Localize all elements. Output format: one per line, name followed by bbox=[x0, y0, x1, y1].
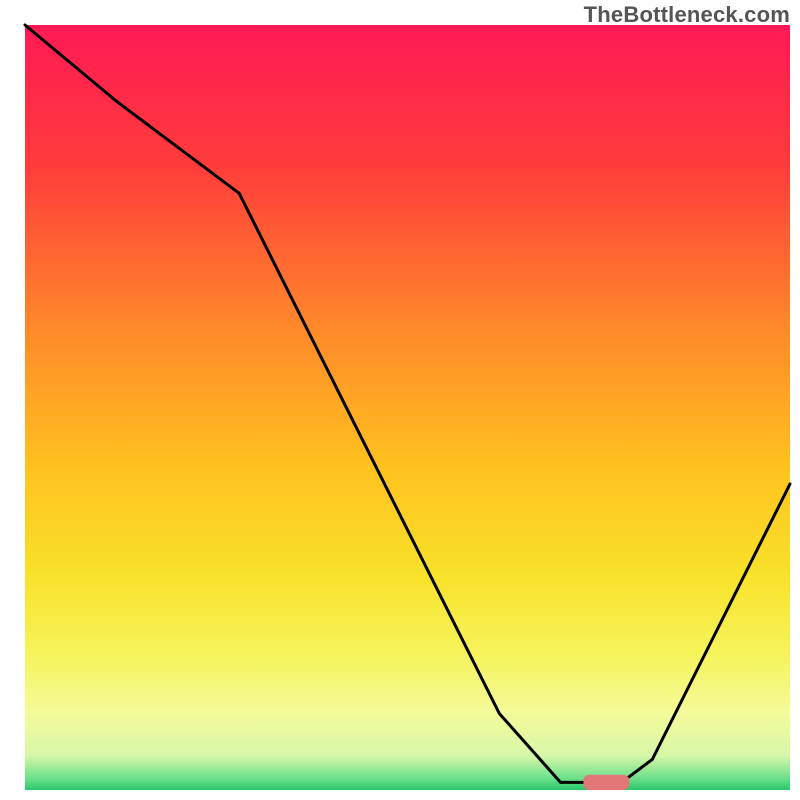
optimal-marker bbox=[583, 775, 629, 790]
chart-stage: TheBottleneck.com bbox=[0, 0, 800, 800]
plot-background bbox=[25, 25, 790, 790]
watermark-label: TheBottleneck.com bbox=[584, 2, 790, 28]
bottleneck-chart bbox=[0, 0, 800, 800]
